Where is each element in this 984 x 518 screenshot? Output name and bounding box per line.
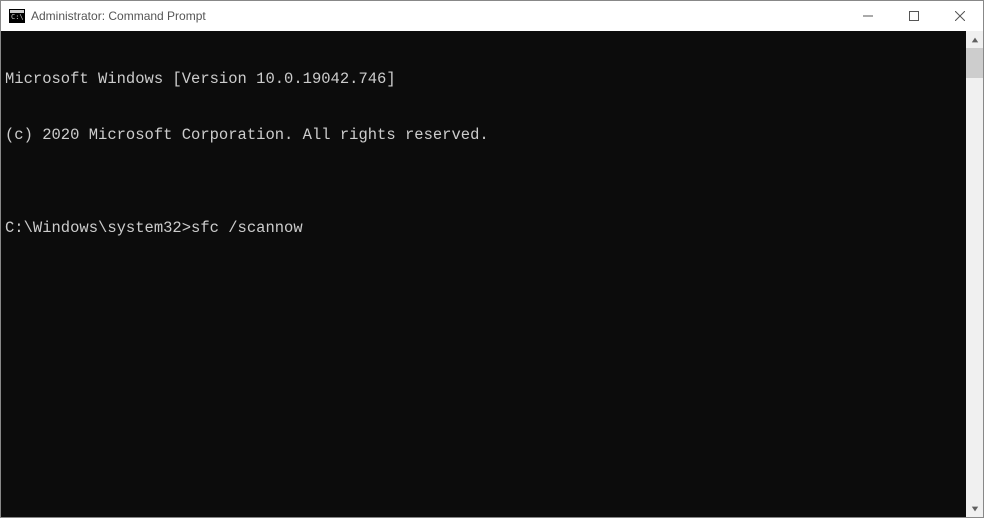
vertical-scrollbar[interactable] <box>966 31 983 517</box>
app-icon: C:\ <box>9 8 25 24</box>
close-button[interactable] <box>937 1 983 31</box>
prompt-line: C:\Windows\system32>sfc /scannow <box>5 219 962 238</box>
minimize-button[interactable] <box>845 1 891 31</box>
terminal-area: Microsoft Windows [Version 10.0.19042.74… <box>1 31 983 517</box>
window-controls <box>845 1 983 31</box>
command-text: sfc /scannow <box>191 219 303 238</box>
command-prompt-window: C:\ Administrator: Command Prompt Micros… <box>0 0 984 518</box>
output-line: (c) 2020 Microsoft Corporation. All righ… <box>5 126 962 145</box>
titlebar[interactable]: C:\ Administrator: Command Prompt <box>1 1 983 31</box>
prompt-text: C:\Windows\system32> <box>5 219 191 238</box>
output-line: Microsoft Windows [Version 10.0.19042.74… <box>5 70 962 89</box>
window-title: Administrator: Command Prompt <box>31 9 845 23</box>
scroll-up-arrow-icon[interactable] <box>966 31 983 48</box>
scroll-down-arrow-icon[interactable] <box>966 500 983 517</box>
scroll-thumb[interactable] <box>966 48 983 78</box>
terminal-output[interactable]: Microsoft Windows [Version 10.0.19042.74… <box>1 31 966 517</box>
maximize-button[interactable] <box>891 1 937 31</box>
svg-text:C:\: C:\ <box>11 13 24 21</box>
